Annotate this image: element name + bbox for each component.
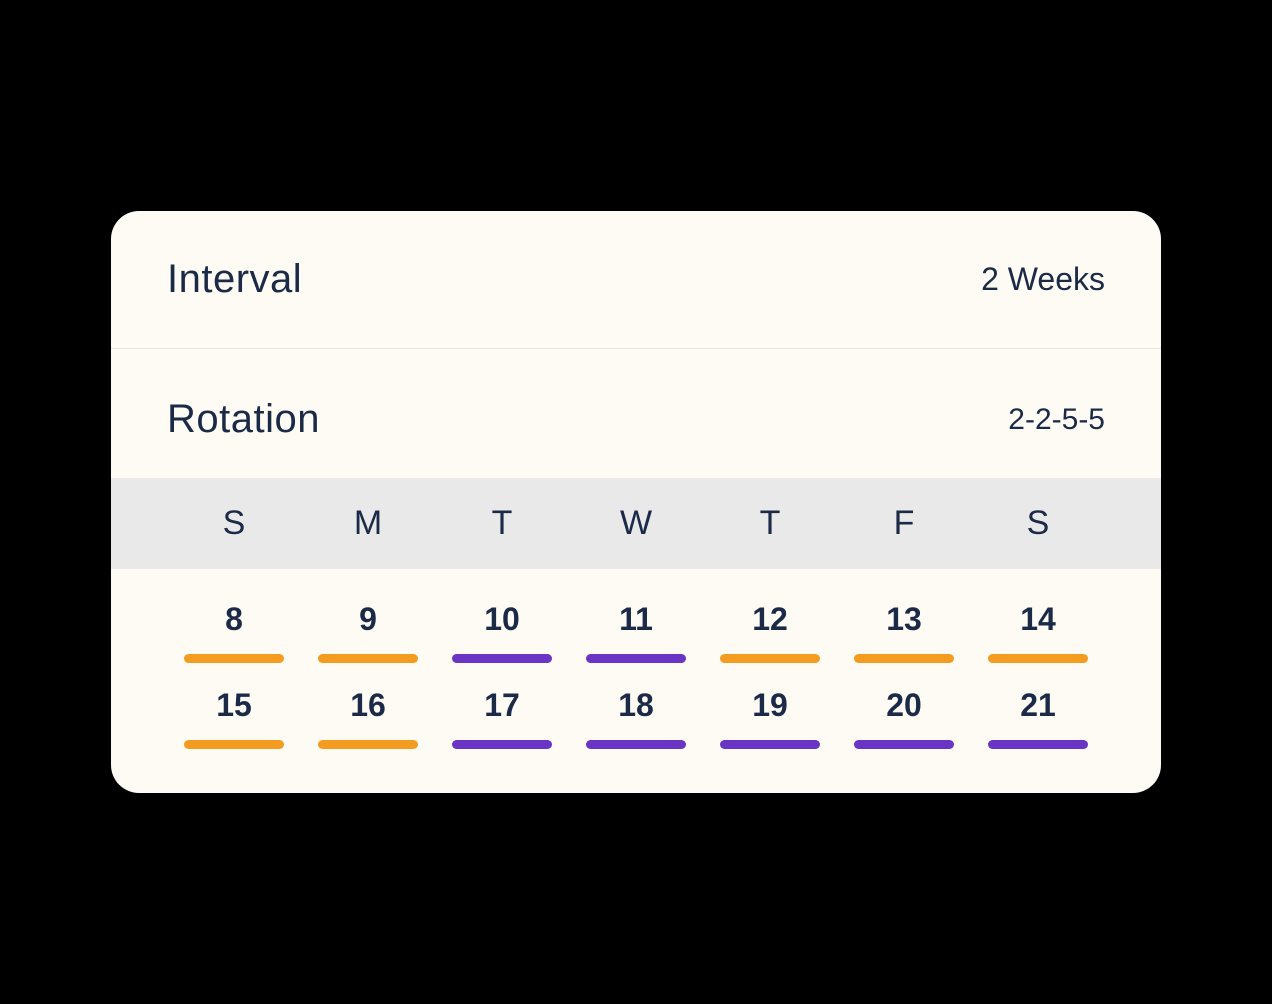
rotation-bar <box>988 654 1088 663</box>
rotation-bar <box>318 654 418 663</box>
rotation-bar <box>854 654 954 663</box>
rotation-bar <box>184 654 284 663</box>
day-number: 9 <box>359 601 377 638</box>
day-number: 12 <box>752 601 788 638</box>
day-number: 10 <box>484 601 520 638</box>
interval-row[interactable]: Interval 2 Weeks <box>111 211 1161 349</box>
rotation-bar <box>586 740 686 749</box>
rotation-bar <box>318 740 418 749</box>
calendar-day[interactable]: 13 <box>837 601 971 663</box>
calendar-day[interactable]: 12 <box>703 601 837 663</box>
rotation-bar <box>452 740 552 749</box>
calendar-day[interactable]: 9 <box>301 601 435 663</box>
calendar-day[interactable]: 16 <box>301 687 435 749</box>
day-header-fri: F <box>837 504 971 543</box>
day-number: 20 <box>886 687 922 724</box>
rotation-bar <box>586 654 686 663</box>
day-number: 15 <box>216 687 252 724</box>
day-number: 17 <box>484 687 520 724</box>
calendar-day[interactable]: 10 <box>435 601 569 663</box>
rotation-bar <box>988 740 1088 749</box>
day-number: 19 <box>752 687 788 724</box>
interval-label: Interval <box>167 257 302 302</box>
calendar-day[interactable]: 17 <box>435 687 569 749</box>
rotation-label: Rotation <box>167 397 320 442</box>
calendar-day[interactable]: 14 <box>971 601 1105 663</box>
calendar-grid: 8 9 10 11 12 13 <box>111 569 1161 793</box>
interval-value: 2 Weeks <box>981 261 1105 298</box>
day-number: 8 <box>225 601 243 638</box>
calendar-day[interactable]: 21 <box>971 687 1105 749</box>
rotation-row[interactable]: Rotation 2-2-5-5 <box>111 349 1161 478</box>
calendar-day[interactable]: 18 <box>569 687 703 749</box>
day-header-mon: M <box>301 504 435 543</box>
day-header-sat: S <box>971 504 1105 543</box>
calendar-day[interactable]: 11 <box>569 601 703 663</box>
rotation-bar <box>452 654 552 663</box>
day-number: 11 <box>619 601 653 638</box>
schedule-card: Interval 2 Weeks Rotation 2-2-5-5 S M T … <box>111 211 1161 793</box>
day-number: 21 <box>1020 687 1056 724</box>
day-header-row: S M T W T F S <box>111 478 1161 569</box>
week-row: 15 16 17 18 19 20 <box>167 687 1105 749</box>
day-header-sun: S <box>167 504 301 543</box>
day-number: 13 <box>886 601 922 638</box>
rotation-value: 2-2-5-5 <box>1008 403 1105 437</box>
rotation-bar <box>184 740 284 749</box>
calendar-day[interactable]: 15 <box>167 687 301 749</box>
day-header-tue: T <box>435 504 569 543</box>
day-number: 16 <box>350 687 386 724</box>
calendar-day[interactable]: 19 <box>703 687 837 749</box>
rotation-bar <box>720 654 820 663</box>
rotation-bar <box>720 740 820 749</box>
calendar-day[interactable]: 20 <box>837 687 971 749</box>
day-number: 14 <box>1020 601 1056 638</box>
day-header-wed: W <box>569 504 703 543</box>
rotation-bar <box>854 740 954 749</box>
week-row: 8 9 10 11 12 13 <box>167 601 1105 663</box>
day-header-thu: T <box>703 504 837 543</box>
calendar-day[interactable]: 8 <box>167 601 301 663</box>
day-number: 18 <box>618 687 654 724</box>
